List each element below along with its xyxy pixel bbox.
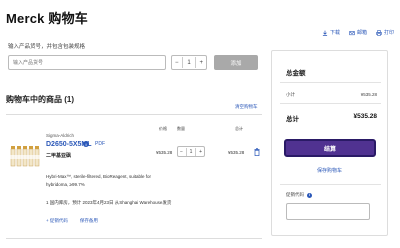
sku-icons: i PDF <box>83 141 105 147</box>
quantity-value[interactable]: 1 <box>187 60 190 66</box>
divider <box>6 238 262 239</box>
download-icon <box>322 30 328 36</box>
decrement-button[interactable]: − <box>175 60 179 66</box>
promo-label-row: 促销代码 i <box>286 192 312 198</box>
item-price: ¥535.28 <box>156 150 173 155</box>
item-actions: + 促销代码 保存备用 <box>46 218 98 224</box>
pdf-icon[interactable]: PDF <box>95 141 105 147</box>
column-header-total: 总计 <box>235 126 243 131</box>
cart-heading: 购物车中的商品 (1) <box>6 95 74 104</box>
subtotal-label: 小计 <box>286 92 295 97</box>
product-brand: Sigma-Aldrich <box>46 133 75 138</box>
download-button[interactable]: 下载 <box>322 29 340 36</box>
clear-cart-link[interactable]: 清空购物车 <box>235 104 258 110</box>
save-cart-link[interactable]: 保存购物车 <box>272 167 387 174</box>
product-name: 二甲基亚砜 <box>46 153 72 159</box>
product-number-input[interactable] <box>8 55 166 70</box>
checkout-button[interactable]: 结算 <box>284 139 376 157</box>
product-image <box>10 146 40 167</box>
shipping-note: 1 国内库房，预计 2023年4月23日 从Shanghai Warehouse… <box>46 200 172 205</box>
add-product-label: 输入产品货号，并包含包装规格 <box>8 44 86 50</box>
stepper-divider <box>195 147 197 156</box>
divider <box>280 82 381 83</box>
promo-label: 促销代码 <box>286 192 304 197</box>
quantity-stepper[interactable]: − 1 + <box>171 55 207 70</box>
trash-icon[interactable] <box>254 148 260 156</box>
print-button[interactable]: 打印 <box>376 29 394 36</box>
product-description: Hybri-Max™, sterile-filtered, BioReagent… <box>46 174 152 187</box>
download-label: 下载 <box>329 30 340 36</box>
print-label: 打印 <box>383 30 394 36</box>
divider <box>280 103 381 104</box>
subtotal-value: ¥535.28 <box>360 92 377 97</box>
toolbar: 下载 邮箱 打印 <box>322 29 394 36</box>
print-icon <box>376 29 382 36</box>
total-label: 总计 <box>286 116 299 123</box>
email-icon <box>349 30 355 35</box>
info-icon[interactable]: i <box>307 192 312 198</box>
page-title: Merck 购物车 <box>6 11 88 26</box>
column-header-price: 价格 <box>159 126 167 131</box>
promo-code-link[interactable]: + 促销代码 <box>46 218 68 224</box>
item-decrement-button[interactable]: − <box>180 149 183 155</box>
email-label: 邮箱 <box>356 30 367 36</box>
email-button[interactable]: 邮箱 <box>349 29 367 36</box>
total-value: ¥535.28 <box>353 113 378 120</box>
stepper-divider <box>182 57 184 68</box>
summary-title: 总金额 <box>286 70 306 77</box>
item-increment-button[interactable]: + <box>199 149 202 155</box>
save-for-later-link[interactable]: 保存备用 <box>80 218 98 224</box>
increment-button[interactable]: + <box>199 60 203 66</box>
divider <box>6 114 262 115</box>
info-icon[interactable]: i <box>83 141 89 147</box>
stepper-divider <box>185 147 187 156</box>
stepper-divider <box>194 57 196 68</box>
add-button[interactable]: 添加 <box>214 55 258 70</box>
divider <box>280 184 381 185</box>
order-summary-panel: 总金额 小计 ¥535.28 总计 ¥535.28 结算 保存购物车 促销代码 … <box>271 50 388 236</box>
item-quantity-stepper[interactable]: − 1 + <box>177 146 205 157</box>
item-quantity-value[interactable]: 1 <box>190 149 193 155</box>
item-total: ¥535.28 <box>228 150 245 155</box>
promo-code-input[interactable] <box>286 203 370 220</box>
column-header-quantity: 数量 <box>177 126 185 131</box>
